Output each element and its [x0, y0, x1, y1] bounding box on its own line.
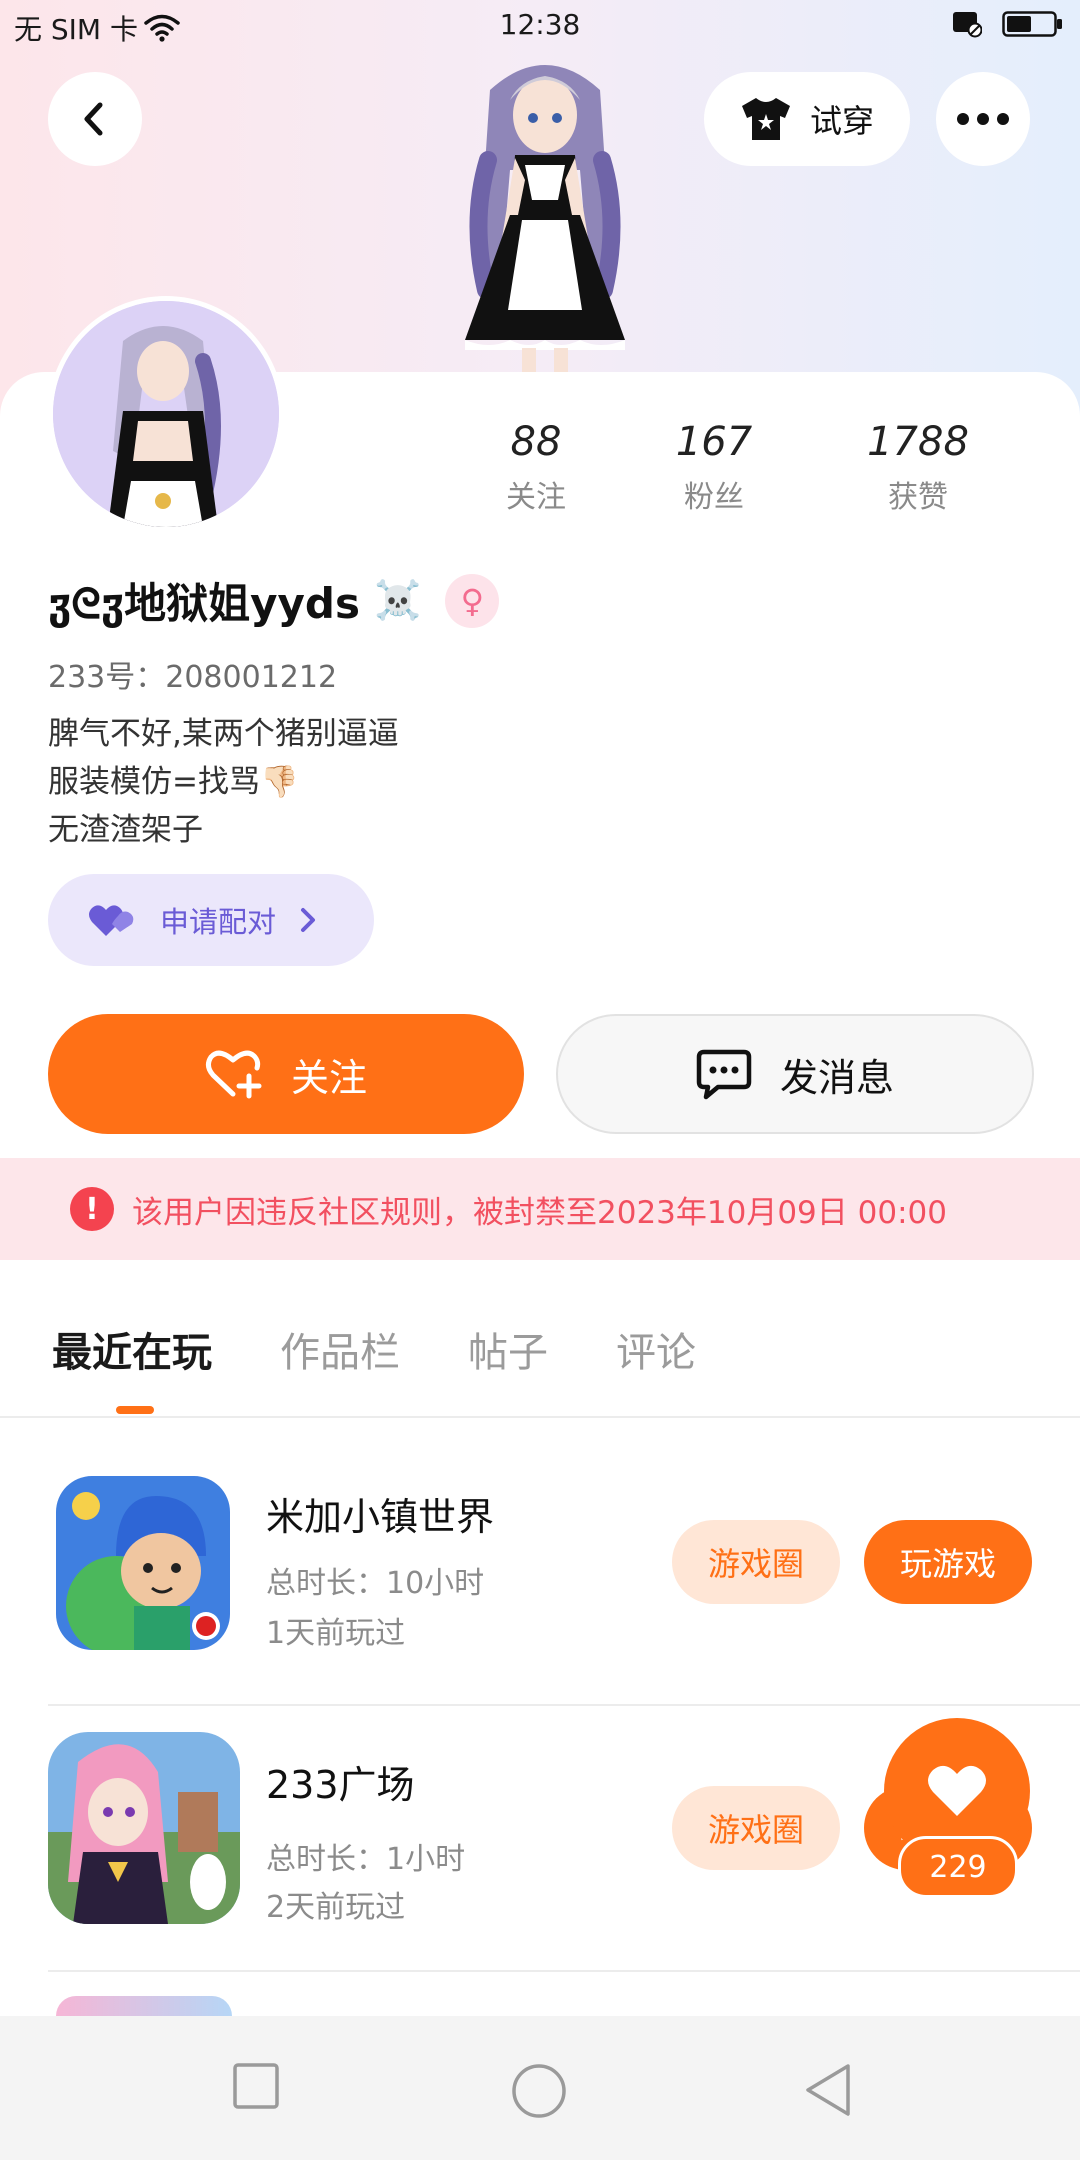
stat-likes-value: 1788	[867, 419, 969, 465]
game-last-played: 1天前玩过	[266, 1616, 406, 1651]
bio-line: 无渣渣架子	[48, 812, 203, 848]
send-message-button[interactable]: 发消息	[556, 1014, 1034, 1134]
try-on-button[interactable]: 试穿	[704, 72, 910, 166]
back-nav-icon[interactable]	[802, 2062, 854, 2118]
game-duration: 总时长：1小时	[266, 1842, 466, 1877]
bio: 脾气不好,某两个猪别逼逼 服装模仿=找骂👎🏻 无渣渣架子	[48, 710, 399, 854]
back-button[interactable]	[48, 72, 142, 166]
heart-icon	[928, 1765, 986, 1816]
like-count-badge: 229	[898, 1836, 1018, 1898]
stat-likes[interactable]: 1788 获赞	[816, 418, 1020, 516]
game-icon-miga-town	[56, 1476, 230, 1650]
ban-notice-text: 该用户因违反社区规则，被封禁至2023年10月09日 00:00	[132, 1194, 947, 1231]
status-right	[952, 10, 1064, 38]
bio-line: 脾气不好,某两个猪别逼逼	[48, 716, 399, 752]
home-icon[interactable]	[510, 2062, 568, 2120]
more-button[interactable]	[936, 72, 1030, 166]
tab-recently-played[interactable]: 最近在玩	[52, 1320, 212, 1378]
game-icon-233-plaza	[48, 1732, 240, 1924]
game-icon-partial	[56, 1996, 232, 2016]
game-title: 233广场	[266, 1763, 415, 1807]
status-time: 12:38	[499, 8, 581, 41]
stat-followers-label: 粉丝	[684, 480, 744, 515]
stat-likes-label: 获赞	[888, 480, 948, 515]
play-game-button[interactable]: 玩游戏	[864, 1520, 1032, 1604]
chevron-left-icon	[84, 102, 103, 136]
stat-following[interactable]: 88 关注	[460, 418, 612, 516]
system-navigation-bar	[0, 2016, 1080, 2160]
game-circle-button[interactable]: 游戏圈	[672, 1786, 840, 1870]
game-duration: 总时长：10小时	[266, 1566, 485, 1601]
recent-apps-icon[interactable]	[232, 2062, 280, 2110]
tab-works[interactable]: 作品栏	[280, 1320, 400, 1378]
follow-label: 关注	[290, 1055, 367, 1100]
chat-bubble-icon	[696, 1049, 752, 1100]
apply-pair-button[interactable]: 申请配对	[48, 874, 374, 966]
stat-following-label: 关注	[506, 480, 566, 515]
tab-comments[interactable]: 评论	[616, 1320, 696, 1378]
skull-emoji: ☠️	[373, 578, 422, 622]
game-title: 米加小镇世界	[266, 1495, 495, 1539]
user-id[interactable]: 233号：208001212	[48, 652, 337, 696]
game-circle-button[interactable]: 游戏圈	[672, 1520, 840, 1604]
ban-notice-banner: ! 该用户因违反社区规则，被封禁至2023年10月09日 00:00	[0, 1158, 1080, 1260]
stat-following-value: 88	[510, 419, 562, 465]
tshirt-icon	[741, 98, 790, 140]
send-message-label: 发消息	[779, 1055, 894, 1100]
game-last-played: 2天前玩过	[266, 1890, 406, 1925]
tabs-divider	[0, 1416, 1080, 1418]
apply-pair-label: 申请配对	[160, 905, 277, 939]
profile-tabs: 最近在玩 作品栏 帖子 评论	[52, 1320, 696, 1378]
row-divider	[48, 1970, 1080, 1972]
battery-icon	[1002, 11, 1062, 37]
female-gender-icon: ♀	[445, 573, 500, 628]
tab-posts[interactable]: 帖子	[468, 1320, 548, 1378]
stat-followers[interactable]: 167 粉丝	[612, 418, 816, 516]
warning-icon: !	[70, 1187, 114, 1231]
list-item[interactable]: 米加小镇世界 总时长：10小时 1天前玩过 游戏圈 玩游戏	[0, 1440, 1080, 1706]
profile-stats: 88 关注 167 粉丝 1788 获赞	[480, 418, 1040, 516]
notification-block-icon	[953, 12, 982, 38]
chevron-right-icon	[301, 908, 316, 932]
bio-line: 服装模仿=找骂👎🏻	[48, 764, 299, 800]
status-bar: 无 SIM 卡 12:38	[0, 0, 1080, 52]
try-on-label: 试穿	[809, 102, 874, 140]
3d-avatar-figure[interactable]	[430, 50, 660, 380]
stat-followers-value: 167	[675, 419, 753, 465]
double-heart-icon	[89, 905, 134, 936]
avatar[interactable]	[48, 296, 284, 532]
username-row: ჳᘓჳ地狱姐yyds ☠️ ♀	[48, 570, 500, 631]
active-tab-indicator	[116, 1406, 154, 1414]
avatar-image	[53, 301, 279, 527]
more-dots-icon	[957, 113, 1009, 125]
username: ჳᘓჳ地狱姐yyds	[48, 579, 360, 628]
heart-plus-icon	[205, 1050, 262, 1099]
follow-button[interactable]: 关注	[48, 1014, 524, 1134]
